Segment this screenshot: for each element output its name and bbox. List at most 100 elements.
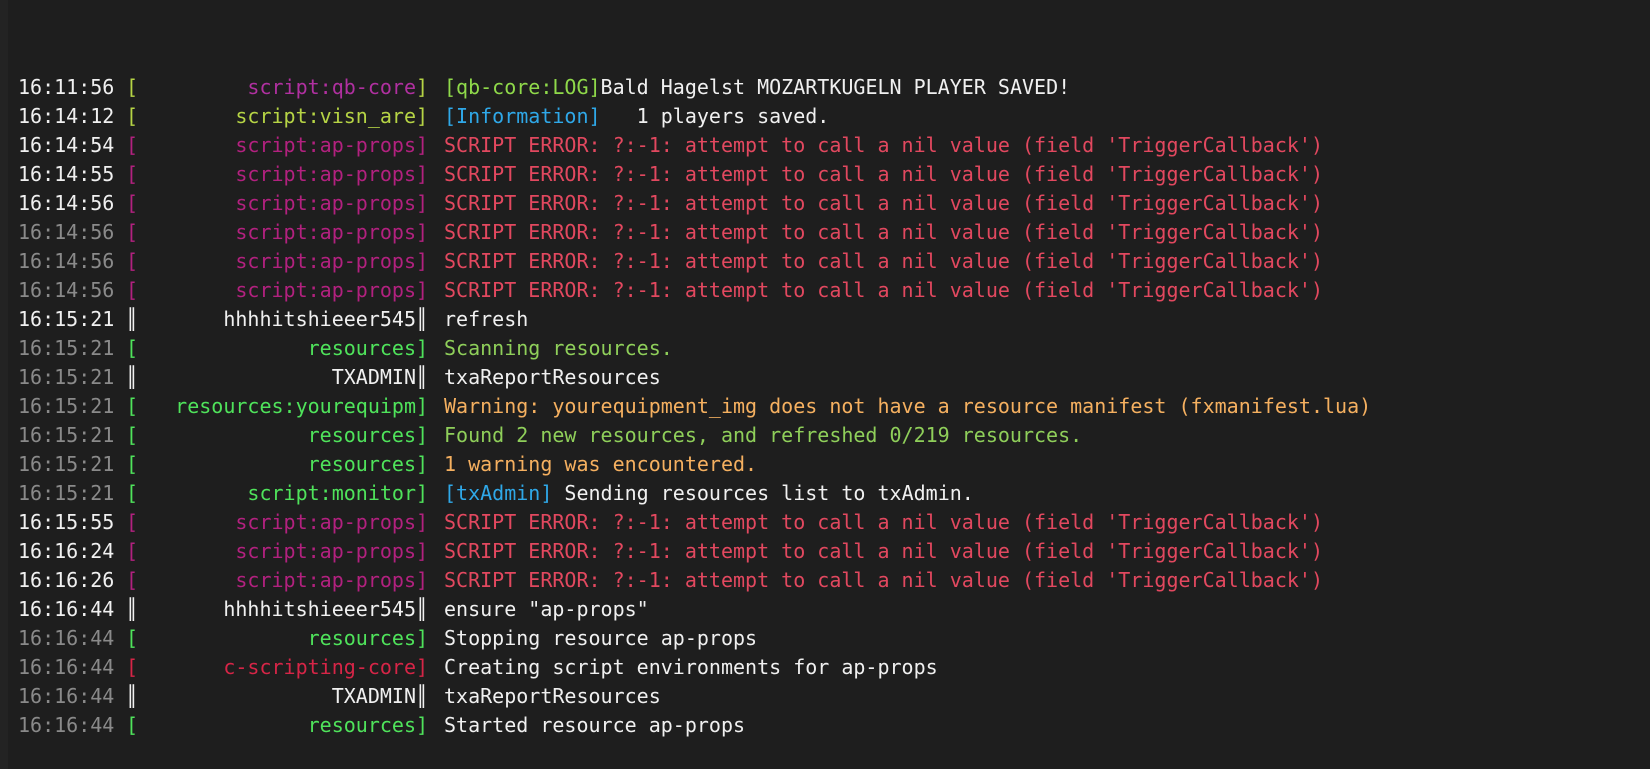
channel-name: script:ap-props [235, 133, 416, 157]
bracket-close: ] [416, 539, 429, 563]
channel-name: TXADMIN [331, 365, 416, 389]
message-text: 1 players saved. [600, 104, 830, 128]
timestamp: 16:15:21 [18, 365, 115, 389]
bracket-open: ║ [126, 365, 139, 389]
log-line: 16:16:44 [ resources ] Started resource … [0, 711, 1650, 740]
message-text: Started resource ap-props [444, 713, 746, 737]
message-text: Found 2 new resources, and refreshed 0/2… [444, 423, 1083, 447]
bracket-open: [ [126, 626, 139, 650]
log-line: 16:14:56 [ script:ap-props ] SCRIPT ERRO… [0, 276, 1650, 305]
message-text: SCRIPT ERROR: ?:-1: attempt to call a ni… [444, 220, 1323, 244]
channel-name: script:ap-props [235, 568, 416, 592]
bracket-open: [ [126, 539, 139, 563]
message: [qb-core:LOG]Bald Hagelst MOZARTKUGELN P… [428, 73, 1070, 102]
channel-name: script:ap-props [235, 249, 416, 273]
message: SCRIPT ERROR: ?:-1: attempt to call a ni… [428, 189, 1323, 218]
message-text: SCRIPT ERROR: ?:-1: attempt to call a ni… [444, 191, 1323, 215]
bracket-close: ] [416, 133, 429, 157]
bracket-close: ] [416, 452, 429, 476]
timestamp: 16:15:55 [18, 510, 115, 534]
message-tag: [Information] [444, 104, 601, 128]
timestamp: 16:11:56 [18, 75, 115, 99]
timestamp: 16:14:54 [18, 133, 115, 157]
message: Found 2 new resources, and refreshed 0/2… [428, 421, 1082, 450]
message-text: txaReportResources [444, 365, 661, 389]
bracket-open: [ [126, 336, 139, 360]
timestamp: 16:14:56 [18, 191, 115, 215]
message: txaReportResources [428, 363, 661, 392]
timestamp: 16:15:21 [18, 394, 115, 418]
message-text: Creating script environments for ap-prop… [444, 655, 938, 679]
bracket-close: ] [416, 423, 429, 447]
timestamp: 16:15:21 [18, 423, 115, 447]
bracket-open: [ [126, 568, 139, 592]
log-line: 16:15:21 [ resources:yourequipm ] Warnin… [0, 392, 1650, 421]
message: Stopping resource ap-props [428, 624, 757, 653]
channel-name: resources [307, 452, 416, 476]
message: txaReportResources [428, 682, 661, 711]
console-log[interactable]: 16:11:56 [ script:qb-core ] [qb-core:LOG… [0, 0, 1650, 769]
log-line: 16:15:21 ║ hhhhitshieeer545 ║ refresh [0, 305, 1650, 334]
bracket-open: [ [126, 104, 139, 128]
bracket-close: ] [416, 75, 429, 99]
bracket-close: ] [416, 510, 429, 534]
log-line: 16:14:56 [ script:ap-props ] SCRIPT ERRO… [0, 247, 1650, 276]
bracket-open: [ [126, 220, 139, 244]
channel-name: script:qb-core [247, 75, 416, 99]
bracket-open: [ [126, 394, 139, 418]
log-line: 16:16:44 [ resources ] Stopping resource… [0, 624, 1650, 653]
message: 1 warning was encountered. [428, 450, 757, 479]
bracket-open: [ [126, 423, 139, 447]
message-text: Sending resources list to txAdmin. [552, 481, 974, 505]
log-line: 16:16:44 ║ hhhhitshieeer545 ║ ensure "ap… [0, 595, 1650, 624]
channel-name: resources [307, 626, 416, 650]
bracket-open: [ [126, 162, 139, 186]
log-line: 16:15:21 [ resources ] Found 2 new resou… [0, 421, 1650, 450]
bracket-open: [ [126, 481, 139, 505]
message-text: SCRIPT ERROR: ?:-1: attempt to call a ni… [444, 568, 1323, 592]
bracket-open: ║ [126, 597, 139, 621]
message: SCRIPT ERROR: ?:-1: attempt to call a ni… [428, 276, 1323, 305]
bracket-open: ║ [126, 307, 139, 331]
bracket-close: ] [416, 249, 429, 273]
timestamp: 16:16:26 [18, 568, 115, 592]
log-line: 16:16:26 [ script:ap-props ] SCRIPT ERRO… [0, 566, 1650, 595]
bracket-close: ║ [416, 365, 429, 389]
message-tag: [qb-core:LOG] [444, 75, 601, 99]
message: [Information] 1 players saved. [428, 102, 829, 131]
bracket-close: ] [416, 220, 429, 244]
log-line: 16:14:56 [ script:ap-props ] SCRIPT ERRO… [0, 189, 1650, 218]
channel-name: script:ap-props [235, 510, 416, 534]
message: SCRIPT ERROR: ?:-1: attempt to call a ni… [428, 566, 1323, 595]
bracket-close: ║ [416, 684, 429, 708]
bracket-close: ║ [416, 307, 429, 331]
channel-name: c-scripting-core [223, 655, 416, 679]
timestamp: 16:14:12 [18, 104, 115, 128]
console-gutter [0, 0, 8, 769]
message: SCRIPT ERROR: ?:-1: attempt to call a ni… [428, 247, 1323, 276]
timestamp: 16:16:24 [18, 539, 115, 563]
log-line: 16:15:21 ║ TXADMIN ║ txaReportResources [0, 363, 1650, 392]
log-line: 16:14:54 [ script:ap-props ] SCRIPT ERRO… [0, 131, 1650, 160]
channel-name: script:ap-props [235, 539, 416, 563]
timestamp: 16:14:56 [18, 249, 115, 273]
log-line: 16:15:21 [ resources ] 1 warning was enc… [0, 450, 1650, 479]
bracket-close: ║ [416, 597, 429, 621]
message: SCRIPT ERROR: ?:-1: attempt to call a ni… [428, 160, 1323, 189]
message-text: SCRIPT ERROR: ?:-1: attempt to call a ni… [444, 249, 1323, 273]
bracket-open: [ [126, 191, 139, 215]
bracket-open: [ [126, 75, 139, 99]
bracket-close: ] [416, 336, 429, 360]
log-line: 16:11:56 [ script:qb-core ] [qb-core:LOG… [0, 73, 1650, 102]
bracket-open: [ [126, 452, 139, 476]
bracket-close: ] [416, 713, 429, 737]
channel-name: resources [307, 713, 416, 737]
timestamp: 16:16:44 [18, 713, 115, 737]
channel-name: script:visn_are [235, 104, 416, 128]
bracket-open: [ [126, 655, 139, 679]
channel-name: hhhhitshieeer545 [223, 597, 416, 621]
message-text: SCRIPT ERROR: ?:-1: attempt to call a ni… [444, 162, 1323, 186]
channel-name: resources [307, 336, 416, 360]
bracket-close: ] [416, 568, 429, 592]
message-text: SCRIPT ERROR: ?:-1: attempt to call a ni… [444, 133, 1323, 157]
